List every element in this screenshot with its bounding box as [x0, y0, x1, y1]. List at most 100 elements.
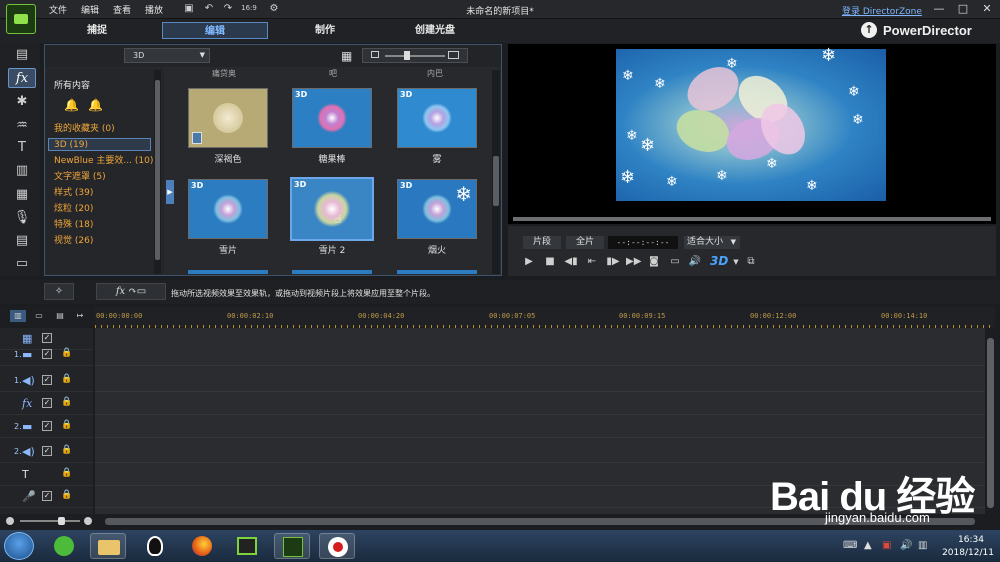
- step-back-icon[interactable]: ⇤: [585, 256, 599, 268]
- chevron-down-icon[interactable]: ▼: [729, 256, 743, 268]
- clock-date[interactable]: 2018/12/11: [938, 548, 998, 558]
- title-room-icon[interactable]: T: [8, 138, 36, 158]
- pip-room-icon[interactable]: ✱: [8, 92, 36, 112]
- voiceover-icon[interactable]: 🎙: [8, 208, 36, 228]
- timeline-vertical-thumb[interactable]: [987, 338, 994, 508]
- track-row[interactable]: [95, 370, 985, 392]
- tree-item-favorites[interactable]: 我的收藏夹 (0): [54, 123, 115, 135]
- volume-icon[interactable]: 🔊: [688, 256, 702, 268]
- undo-icon[interactable]: ↶: [203, 3, 215, 14]
- effect-thumb-fireworks[interactable]: 3D ❄: [397, 179, 477, 239]
- track-enable-checkbox[interactable]: ✓: [42, 491, 52, 501]
- tab-edit[interactable]: 编辑: [162, 22, 268, 39]
- magic-wand-button[interactable]: ✧: [44, 283, 74, 300]
- lock-icon[interactable]: 🔒: [61, 445, 72, 455]
- snapshot-icon[interactable]: ◙: [647, 256, 661, 268]
- lock-icon[interactable]: 🔒: [61, 348, 72, 358]
- movie-mode-button[interactable]: 全片: [566, 236, 604, 249]
- tray-expand-icon[interactable]: ▲: [864, 540, 872, 551]
- qq-icon[interactable]: [137, 533, 173, 559]
- lock-icon[interactable]: 🔒: [61, 490, 72, 500]
- close-button[interactable]: ✕: [976, 1, 998, 17]
- login-link[interactable]: 登录 DirectorZone: [842, 4, 922, 17]
- maximize-button[interactable]: □: [952, 1, 974, 17]
- track-enable-checkbox[interactable]: ✓: [42, 421, 52, 431]
- effect-thumb-sepia[interactable]: [188, 88, 268, 148]
- track-row[interactable]: [95, 344, 985, 366]
- undock-icon[interactable]: ⧉: [744, 256, 758, 268]
- recorder-icon[interactable]: [319, 533, 355, 559]
- video-editor-icon[interactable]: [229, 533, 265, 559]
- preview-seekbar[interactable]: [513, 217, 991, 221]
- save-icon[interactable]: ▣: [183, 3, 195, 14]
- zoom-in-icon[interactable]: [84, 517, 92, 525]
- track-row[interactable]: [95, 416, 985, 438]
- zoom-fit-dropdown[interactable]: 适合大小 ▼: [684, 236, 740, 249]
- redo-icon[interactable]: ↷: [222, 3, 234, 14]
- clip-mode-button[interactable]: 片段: [523, 236, 561, 249]
- particle-room-icon[interactable]: ♒: [8, 116, 36, 136]
- tree-scroll-thumb[interactable]: [155, 80, 160, 260]
- tree-item-3d[interactable]: 3D (19): [54, 139, 88, 151]
- zoom-slider-knob[interactable]: [58, 517, 65, 525]
- track-row[interactable]: [95, 393, 985, 415]
- track-enable-checkbox[interactable]: ✓: [42, 446, 52, 456]
- tab-capture[interactable]: 捕捉: [44, 22, 150, 39]
- 3d-mode-button[interactable]: 3D: [710, 254, 728, 268]
- security-icon[interactable]: ▣: [882, 540, 891, 551]
- effects-room-icon[interactable]: fx: [8, 68, 36, 88]
- storyboard-view-icon[interactable]: ▭: [31, 310, 47, 322]
- lock-icon[interactable]: 🔒: [61, 468, 72, 478]
- lock-icon[interactable]: 🔒: [61, 374, 72, 384]
- zoom-slider-track[interactable]: [20, 520, 80, 522]
- collapse-tree-button[interactable]: ▶: [166, 180, 174, 204]
- effect-thumb-fog[interactable]: 3D: [397, 88, 477, 148]
- menu-play[interactable]: 播放: [145, 3, 163, 16]
- file-explorer-icon[interactable]: [90, 533, 126, 559]
- powerdirector-taskbar-icon[interactable]: [274, 533, 310, 559]
- menu-view[interactable]: 查看: [113, 3, 131, 16]
- chapter-room-icon[interactable]: ▤: [8, 231, 36, 251]
- effect-thumb-candy[interactable]: 3D: [292, 88, 372, 148]
- track-manager-icon[interactable]: ▤: [52, 310, 68, 322]
- display-icon[interactable]: ▭: [668, 256, 682, 268]
- stop-icon[interactable]: ■: [543, 256, 557, 268]
- lock-icon[interactable]: 🔒: [61, 420, 72, 430]
- previous-frame-icon[interactable]: ◀▮: [564, 256, 578, 268]
- tree-item-visual[interactable]: 视觉 (26): [54, 235, 93, 247]
- tree-item-particles[interactable]: 炫粒 (20): [54, 203, 93, 215]
- start-button[interactable]: [4, 532, 34, 560]
- grid-view-icon[interactable]: ▦: [341, 49, 352, 63]
- audio-mixing-icon[interactable]: ▦: [8, 185, 36, 205]
- thumbnail-size-slider[interactable]: [362, 48, 468, 63]
- fit-timeline-icon[interactable]: ↦: [72, 310, 88, 322]
- zoom-out-icon[interactable]: [6, 517, 14, 525]
- effect-thumb-snowflake[interactable]: 3D: [188, 179, 268, 239]
- tree-item-special[interactable]: 特殊 (18): [54, 219, 93, 231]
- network-icon[interactable]: ▥: [918, 540, 927, 551]
- lock-icon[interactable]: 🔒: [61, 397, 72, 407]
- track-enable-checkbox[interactable]: ✓: [42, 375, 52, 385]
- track-enable-checkbox[interactable]: ✓: [42, 398, 52, 408]
- tree-item-newblue[interactable]: NewBlue 主要效... (10): [54, 155, 153, 167]
- tree-item-style[interactable]: 样式 (39): [54, 187, 93, 199]
- timecode-display[interactable]: --:--:--:--: [608, 236, 678, 249]
- tree-item-text-mask[interactable]: 文字遮罩 (5): [54, 171, 106, 183]
- track-enable-checkbox[interactable]: ✓: [42, 333, 52, 343]
- menu-file[interactable]: 文件: [49, 3, 67, 16]
- app-360-icon[interactable]: [46, 533, 82, 559]
- speaker-icon[interactable]: 🔊: [900, 540, 912, 551]
- clock-time[interactable]: 16:34: [946, 535, 996, 545]
- play-icon[interactable]: ▶: [522, 256, 536, 268]
- tab-produce[interactable]: 制作: [272, 22, 378, 39]
- fast-forward-icon[interactable]: ▶▶: [626, 256, 641, 268]
- track-enable-checkbox[interactable]: ✓: [42, 349, 52, 359]
- add-tag-icon[interactable]: 🔔: [64, 98, 79, 112]
- next-frame-icon[interactable]: ▮▶: [606, 256, 620, 268]
- thumbnail-scroll-thumb[interactable]: [493, 156, 499, 206]
- subtitle-room-icon[interactable]: ▭: [8, 254, 36, 274]
- apply-effect-button[interactable]: fx ↷▭: [96, 283, 166, 300]
- keyboard-icon[interactable]: ⌨: [843, 540, 857, 551]
- settings-gear-icon[interactable]: ⚙: [268, 3, 280, 14]
- firefox-icon[interactable]: [184, 533, 220, 559]
